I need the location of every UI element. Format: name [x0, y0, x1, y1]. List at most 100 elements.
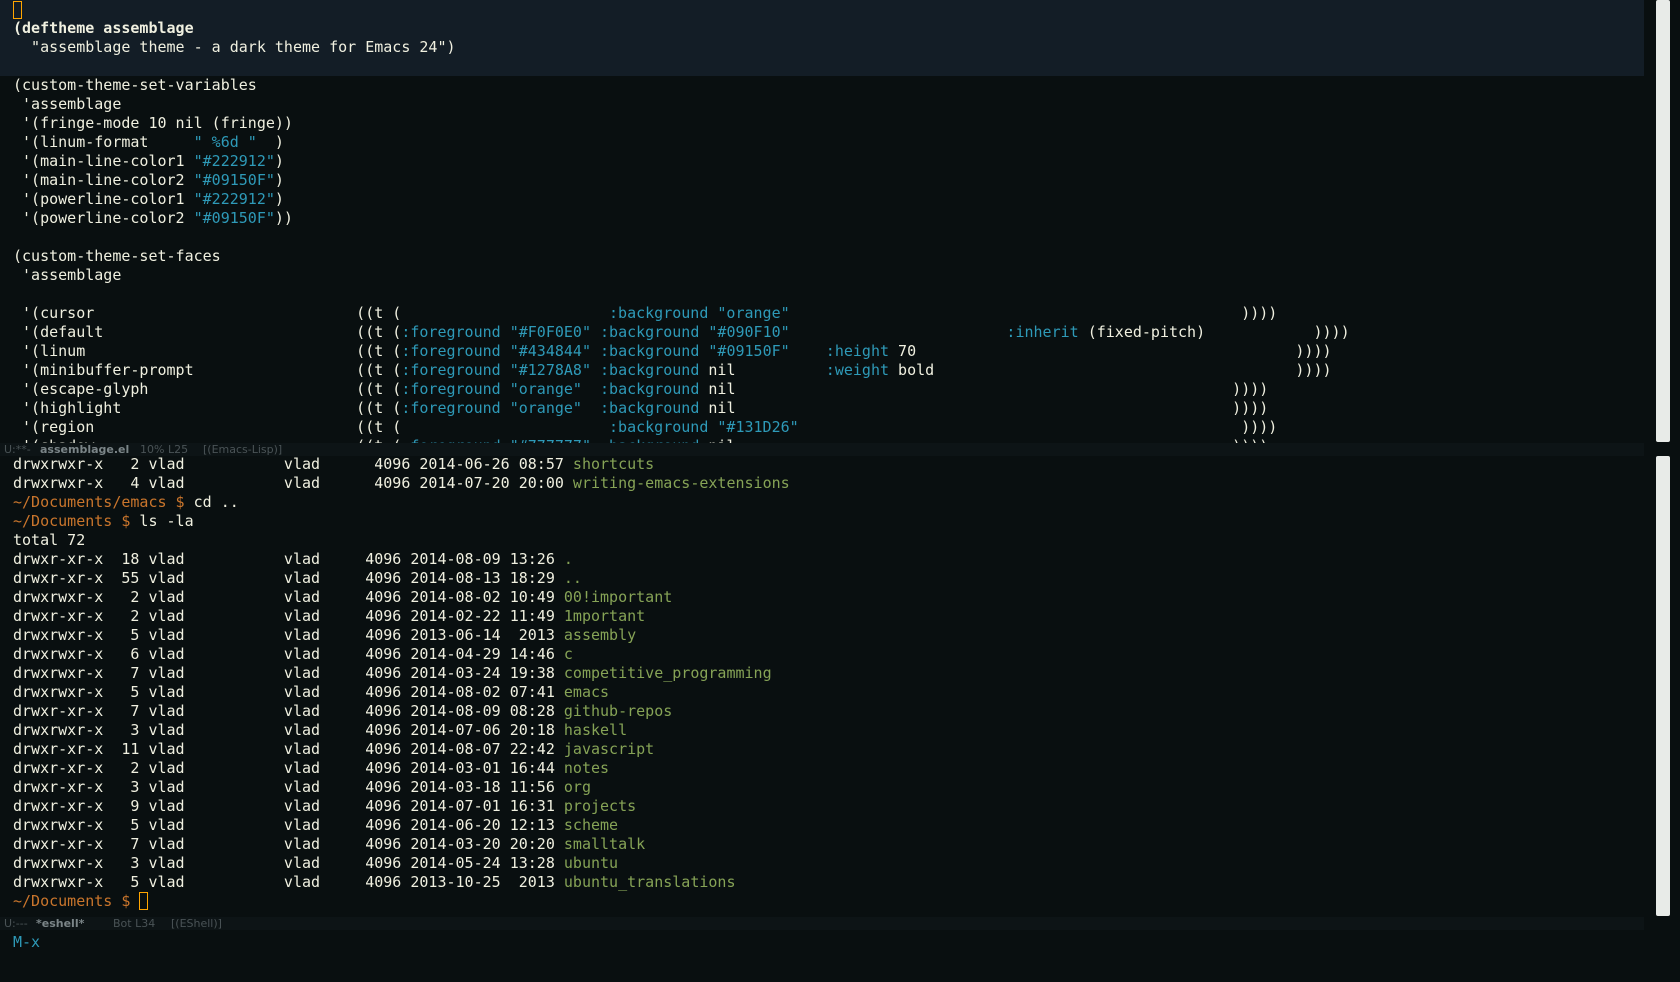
text-segment: "#09150F" [708, 342, 790, 360]
directory-name[interactable]: smalltalk [564, 835, 645, 853]
text-segment: nil )))) [699, 399, 1269, 417]
shell-line: drwxrwxr-x 7 vlad vlad 4096 2014-03-24 1… [13, 664, 772, 683]
text-segment: bold )))) [889, 361, 1332, 379]
text-segment: drwxrwxr-x 5 vlad vlad 4096 2013-06-14 2… [13, 626, 564, 644]
text-segment: (custom-theme-set-faces [13, 247, 221, 265]
minibuffer[interactable]: M-x [13, 933, 40, 951]
text-segment: )))) [798, 418, 1278, 436]
shell-line: total 72 [13, 531, 85, 550]
text-segment: '(fringe-mode 10 nil (fringe)) [13, 114, 293, 132]
text-segment: :height [825, 342, 890, 360]
text-segment: nil )))) [699, 380, 1269, 398]
text-segment: drwxrwxr-x 7 vlad vlad 4096 2014-03-24 1… [13, 664, 564, 682]
directory-name[interactable]: github-repos [564, 702, 672, 720]
text-segment: drwxr-xr-x 18 vlad vlad 4096 2014-08-09 … [13, 550, 564, 568]
text-segment: "#222912" [193, 190, 275, 208]
text-segment: :background [609, 304, 709, 322]
scrollbar-bottom[interactable] [1656, 456, 1670, 916]
code-line: '(region ((t ( :background "#131D26" )))… [13, 418, 1277, 437]
directory-name[interactable]: . [564, 550, 573, 568]
directory-name[interactable]: org [564, 778, 591, 796]
text-segment: "orange" [717, 304, 790, 322]
directory-name[interactable]: javascript [564, 740, 654, 758]
text-segment [501, 399, 510, 417]
text-segment: "#09150F" [193, 209, 275, 227]
code-line: '(powerline-color2 "#09150F")) [13, 209, 293, 228]
text-segment: drwxr-xr-x 2 vlad vlad 4096 2014-03-01 1… [13, 759, 564, 777]
shell-line: drwxr-xr-x 9 vlad vlad 4096 2014-07-01 1… [13, 797, 636, 816]
directory-name[interactable]: notes [564, 759, 609, 777]
text-segment: '(powerline-color1 [13, 190, 194, 208]
directory-name[interactable]: 1mportant [564, 607, 645, 625]
directory-name[interactable]: ubuntu [564, 854, 618, 872]
directory-name[interactable]: c [564, 645, 573, 663]
code-line: '(fringe-mode 10 nil (fringe)) [13, 114, 293, 133]
directory-name[interactable]: writing-emacs-extensions [573, 474, 790, 492]
text-segment: '(powerline-color2 [13, 209, 194, 227]
text-segment: '(linum-format [13, 133, 194, 151]
text-segment [790, 342, 826, 360]
directory-name[interactable]: ubuntu_translations [564, 873, 736, 891]
text-segment [501, 380, 510, 398]
text-segment: drwxr-xr-x 11 vlad vlad 4096 2014-08-07 … [13, 740, 564, 758]
buffer-position: Bot L34 [113, 917, 156, 930]
text-segment: '(highlight ((t ( [13, 399, 402, 417]
text-segment: drwxr-xr-x 9 vlad vlad 4096 2014-07-01 1… [13, 797, 564, 815]
text-segment [591, 323, 600, 341]
code-line: (custom-theme-set-variables [13, 76, 257, 95]
code-line: '(linum ((t (:foreground "#434844" :back… [13, 342, 1332, 361]
code-line: '(cursor ((t ( :background "orange" )))) [13, 304, 1277, 323]
text-segment [591, 361, 600, 379]
text-segment: '(region ((t ( [13, 418, 610, 436]
text-segment: "#090F10" [708, 323, 790, 341]
code-line: '(minibuffer-prompt ((t (:foreground "#1… [13, 361, 1332, 380]
directory-name[interactable]: scheme [564, 816, 618, 834]
directory-name[interactable]: haskell [564, 721, 627, 739]
code-line: (custom-theme-set-faces [13, 247, 221, 266]
text-segment: '(linum ((t ( [13, 342, 402, 360]
shell-line: drwxr-xr-x 7 vlad vlad 4096 2014-08-09 0… [13, 702, 672, 721]
text-segment: drwxrwxr-x 2 vlad vlad 4096 2014-06-26 0… [13, 455, 573, 473]
text-segment: :foreground [401, 361, 501, 379]
text-segment: drwxr-xr-x 7 vlad vlad 4096 2014-03-20 2… [13, 835, 564, 853]
shell-line: drwxrwxr-x 4 vlad vlad 4096 2014-07-20 2… [13, 474, 790, 493]
code-line: '(escape-glyph ((t (:foreground "orange"… [13, 380, 1268, 399]
directory-name[interactable]: .. [564, 569, 582, 587]
directory-name[interactable]: shortcuts [573, 455, 654, 473]
text-segment [501, 342, 510, 360]
text-segment: "#434844" [509, 342, 591, 360]
directory-name[interactable]: projects [564, 797, 636, 815]
text-segment: drwxrwxr-x 4 vlad vlad 4096 2014-07-20 2… [13, 474, 573, 492]
code-editor-buffer[interactable]: (deftheme assemblage "assemblage theme -… [0, 0, 1644, 443]
text-segment: ) [274, 171, 284, 189]
code-line: '(highlight ((t (:foreground "orange" :b… [13, 399, 1268, 418]
directory-name[interactable]: 00!important [564, 588, 672, 606]
text-segment: :foreground [401, 380, 501, 398]
text-segment: :foreground [401, 399, 501, 417]
eshell-buffer[interactable]: drwxrwxr-x 2 vlad vlad 4096 2014-06-26 0… [0, 455, 1644, 917]
text-segment: :background [600, 399, 700, 417]
buffer-status: U:--- [4, 917, 28, 930]
buffer-name: *eshell* [36, 917, 85, 930]
code-line: '(linum-format " %6d " ) [13, 133, 284, 152]
directory-name[interactable]: competitive_programming [564, 664, 772, 682]
code-line: '(main-line-color1 "#222912") [13, 152, 284, 171]
mode-line-shell: U:--- *eshell* Bot L34 [(EShell)] [0, 917, 1644, 930]
shell-line: ~/Documents $ ls -la [13, 512, 194, 531]
text-segment: (fixed-pitch) )))) [1078, 323, 1350, 341]
shell-line: drwxrwxr-x 2 vlad vlad 4096 2014-06-26 0… [13, 455, 654, 474]
text-segment [582, 399, 600, 417]
text-segment: "#09150F" [193, 171, 275, 189]
scrollbar-top[interactable] [1656, 0, 1670, 442]
text-segment: :background [609, 418, 709, 436]
shell-cursor [139, 892, 149, 910]
text-segment: :foreground [401, 342, 501, 360]
shell-line: drwxr-xr-x 7 vlad vlad 4096 2014-03-20 2… [13, 835, 645, 854]
directory-name[interactable]: emacs [564, 683, 609, 701]
text-segment [130, 892, 139, 910]
shell-line: drwxr-xr-x 2 vlad vlad 4096 2014-03-01 1… [13, 759, 609, 778]
text-segment: 'assemblage [13, 95, 122, 113]
directory-name[interactable]: assembly [564, 626, 636, 644]
text-segment: drwxrwxr-x 5 vlad vlad 4096 2014-06-20 1… [13, 816, 564, 834]
text-segment: drwxrwxr-x 5 vlad vlad 4096 2014-08-02 0… [13, 683, 564, 701]
